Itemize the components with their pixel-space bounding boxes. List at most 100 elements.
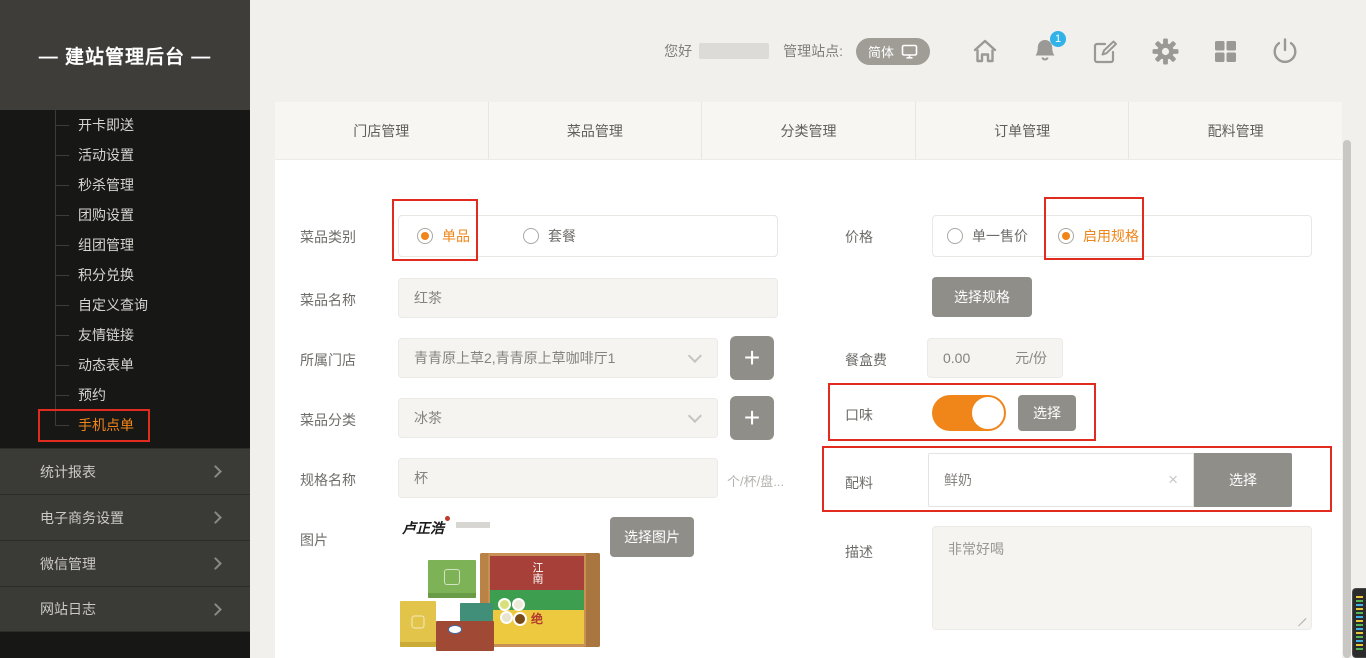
- description-label: 描述: [845, 542, 873, 562]
- sidebar-sections: 统计报表 电子商务设置 微信管理 网站日志: [0, 448, 250, 632]
- grid-icon: [1213, 39, 1238, 64]
- flavor-label: 口味: [845, 405, 873, 425]
- choose-spec-button[interactable]: 选择规格: [932, 277, 1032, 317]
- ingredient-input[interactable]: 鲜奶 ×: [928, 453, 1194, 507]
- teacups-graphic: [498, 598, 532, 628]
- image-bamboo-crate: 江南 绝: [480, 553, 600, 647]
- radio-unselected-icon: [947, 228, 963, 244]
- settings-button[interactable]: [1150, 36, 1180, 66]
- logout-button[interactable]: [1270, 36, 1300, 66]
- description-textarea[interactable]: 非常好喝: [932, 526, 1312, 630]
- radio-option-single-price[interactable]: 单一售价: [947, 226, 1028, 246]
- box-fee-value: 0.00: [943, 350, 970, 366]
- chevron-right-icon: [209, 557, 222, 570]
- sidebar-submenu: 开卡即送 活动设置 秒杀管理 团购设置 组团管理 积分兑换 自定义查询 友情链接…: [0, 110, 250, 440]
- tabbar: 门店管理 菜品管理 分类管理 订单管理 配料管理: [275, 102, 1342, 160]
- language-pill[interactable]: 简体: [856, 38, 930, 65]
- spec-name-input[interactable]: 杯: [398, 458, 718, 498]
- tab-dish-mgmt[interactable]: 菜品管理: [489, 102, 703, 159]
- brand-calligraphy: 卢正浩: [402, 518, 444, 538]
- app-title: — 建站管理后台 —: [0, 0, 250, 110]
- dish-name-value: 红茶: [414, 288, 442, 308]
- sidebar-item-tuangou[interactable]: 团购设置: [0, 200, 250, 230]
- home-icon: [971, 37, 999, 65]
- monitor-icon: [901, 44, 918, 59]
- sidebar-section-tongji[interactable]: 统计报表: [0, 448, 250, 494]
- chevron-right-icon: [209, 603, 222, 616]
- image-box-red: [436, 621, 494, 651]
- dish-name-label: 菜品名称: [300, 290, 356, 310]
- ingredient-value: 鲜奶: [944, 470, 972, 490]
- flavor-toggle[interactable]: [932, 395, 1004, 431]
- image-box-yellow: [400, 601, 436, 647]
- sidebar-item-kaika[interactable]: 开卡即送: [0, 110, 250, 140]
- edge-color-widget[interactable]: [1352, 588, 1366, 658]
- greeting-text: 您好: [664, 41, 692, 61]
- tab-store-mgmt[interactable]: 门店管理: [275, 102, 489, 159]
- sidebar-section-weixin[interactable]: 微信管理: [0, 540, 250, 586]
- image-panel: 江南 绝: [490, 556, 584, 644]
- dish-class-select[interactable]: 冰茶: [398, 398, 718, 438]
- sidebar-item-miaosha[interactable]: 秒杀管理: [0, 170, 250, 200]
- price-radio-group: 单一售价 启用规格: [932, 215, 1312, 257]
- box-fee-input[interactable]: 0.00 元/份: [927, 338, 1063, 378]
- section-label: 微信管理: [40, 554, 96, 574]
- box-fee-label: 餐盒费: [845, 350, 887, 370]
- flavor-choose-button[interactable]: 选择: [1018, 395, 1076, 431]
- image-stripe-red: 江南: [490, 556, 584, 590]
- store-select[interactable]: 青青原上草2,青青原上草咖啡厅1: [398, 338, 718, 378]
- radio-selected-icon: [417, 228, 433, 244]
- radio-option-combo[interactable]: 套餐: [523, 226, 576, 246]
- clear-icon[interactable]: ×: [1168, 470, 1178, 490]
- sidebar-item-yuyue[interactable]: 预约: [0, 380, 250, 410]
- price-label: 价格: [845, 227, 873, 247]
- tab-category-mgmt[interactable]: 分类管理: [702, 102, 916, 159]
- section-label: 电子商务设置: [40, 508, 124, 528]
- scrollbar[interactable]: [1343, 140, 1351, 658]
- radio-option-single[interactable]: 单品: [417, 226, 470, 246]
- home-button[interactable]: [970, 36, 1000, 66]
- radio-option-enable-spec[interactable]: 启用规格: [1058, 226, 1139, 246]
- sidebar-item-zutuan[interactable]: 组团管理: [0, 230, 250, 260]
- dish-class-value: 冰茶: [414, 408, 442, 428]
- ingredient-choose-button[interactable]: 选择: [1194, 453, 1292, 507]
- radio-unselected-icon: [523, 228, 539, 244]
- tab-order-mgmt[interactable]: 订单管理: [916, 102, 1130, 159]
- product-image: 卢正浩 江南 绝: [400, 513, 600, 652]
- radio-selected-icon: [1058, 228, 1074, 244]
- username-redacted: [699, 43, 769, 59]
- sidebar-item-shouji-diandan[interactable]: 手机点单: [0, 410, 250, 440]
- edit-icon: [1092, 38, 1119, 65]
- dish-category-radio-group: 单品 套餐: [398, 215, 778, 257]
- sidebar-item-dongtai[interactable]: 动态表单: [0, 350, 250, 380]
- apps-button[interactable]: [1210, 36, 1240, 66]
- add-class-button[interactable]: +: [730, 396, 774, 440]
- language-label: 简体: [868, 42, 894, 61]
- sidebar-item-youqing[interactable]: 友情链接: [0, 320, 250, 350]
- tab-ingredient-mgmt[interactable]: 配料管理: [1129, 102, 1342, 159]
- sidebar-section-wangzhan[interactable]: 网站日志: [0, 586, 250, 632]
- dish-class-label: 菜品分类: [300, 410, 356, 430]
- sidebar-item-huodong[interactable]: 活动设置: [0, 140, 250, 170]
- box-fee-unit: 元/份: [1015, 348, 1047, 368]
- chevron-right-icon: [209, 511, 222, 524]
- site-label: 管理站点:: [783, 41, 843, 61]
- edit-button[interactable]: [1090, 36, 1120, 66]
- gear-icon: [1152, 38, 1179, 65]
- image-stripe-char: 绝: [531, 612, 543, 626]
- ingredient-label: 配料: [845, 473, 873, 493]
- topbar: 您好 管理站点: 简体 1: [250, 0, 1366, 102]
- add-store-button[interactable]: +: [730, 336, 774, 380]
- spec-name-label: 规格名称: [300, 470, 356, 490]
- sidebar-item-zidingyi[interactable]: 自定义查询: [0, 290, 250, 320]
- radio-label: 单一售价: [972, 226, 1028, 246]
- dish-name-input[interactable]: 红茶: [398, 278, 778, 318]
- toggle-knob: [970, 395, 1006, 431]
- content-card: 门店管理 菜品管理 分类管理 订单管理 配料管理 菜品类别 单品 套餐 菜品名称…: [275, 102, 1342, 658]
- choose-image-button[interactable]: 选择图片: [610, 517, 694, 557]
- notifications-button[interactable]: 1: [1030, 36, 1060, 66]
- sidebar-item-jifen[interactable]: 积分兑换: [0, 260, 250, 290]
- sidebar-section-dianzi[interactable]: 电子商务设置: [0, 494, 250, 540]
- chevron-down-icon: [688, 349, 702, 363]
- resize-handle-icon: [1298, 616, 1307, 625]
